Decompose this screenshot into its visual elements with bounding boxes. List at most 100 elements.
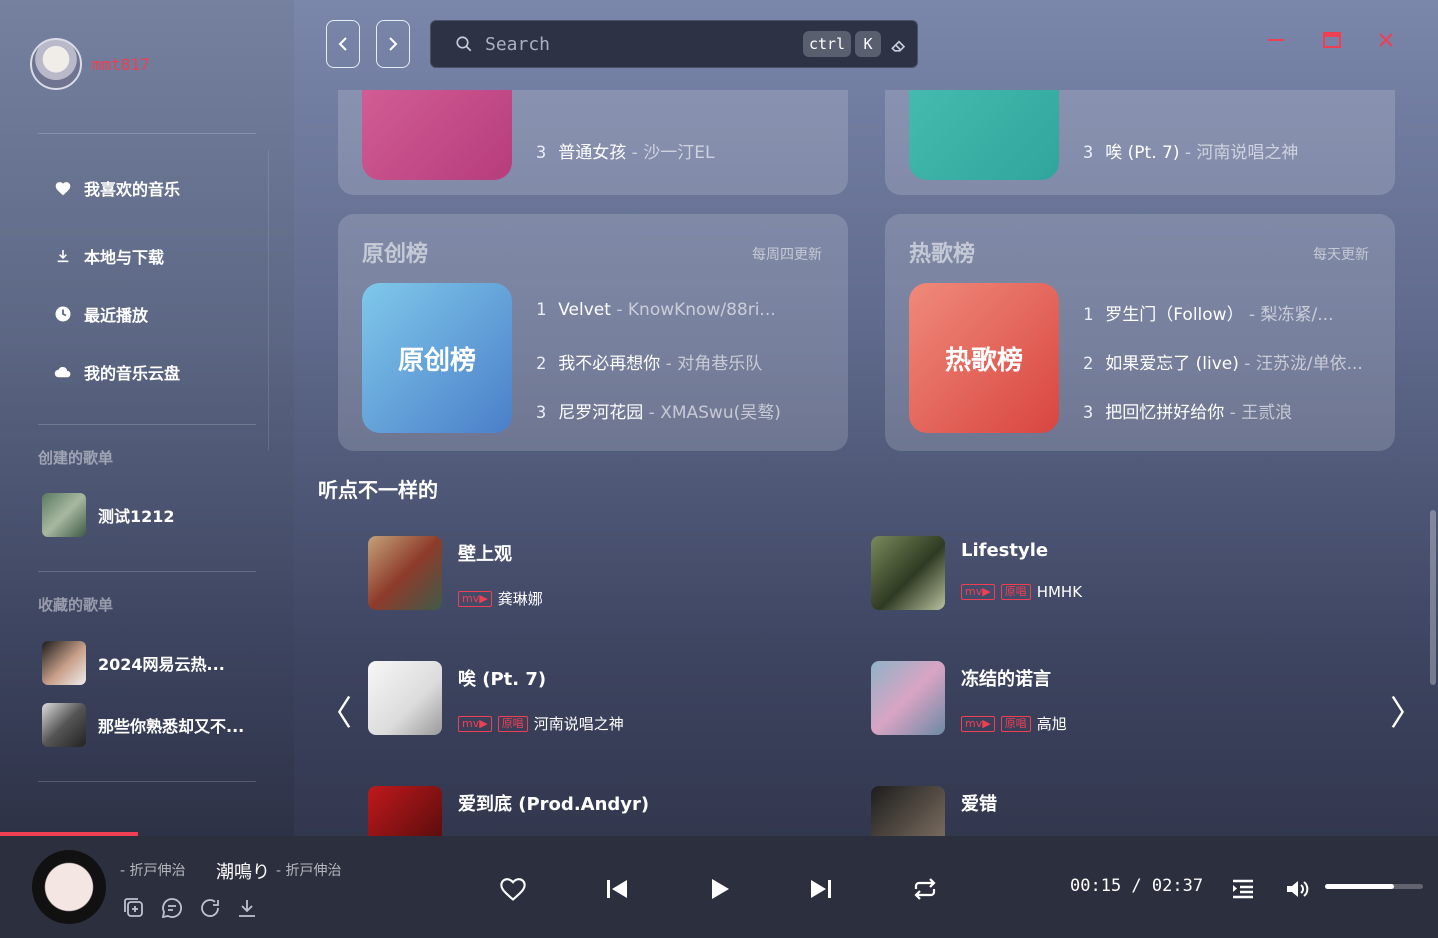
- song-cover: [368, 661, 442, 735]
- chart-song-row[interactable]: 2 如果爱忘了 (live) - 汪苏泷/单依...: [1083, 349, 1373, 374]
- volume-icon: [1287, 881, 1309, 897]
- song-cover: [368, 536, 442, 610]
- search-placeholder: Search: [485, 33, 551, 55]
- chart-song-row[interactable]: 3唉 (Pt. 7) - 河南说唱之神: [1083, 138, 1373, 163]
- chart-cover[interactable]: [909, 90, 1059, 180]
- song-artist: 沙一汀EL: [643, 143, 715, 163]
- add-to-playlist-icon[interactable]: [122, 896, 146, 920]
- forward-button[interactable]: [376, 20, 410, 68]
- song-item[interactable]: 唉 (Pt. 7) mv▶ 原唱 河南说唱之神: [368, 661, 624, 735]
- search-bar[interactable]: Search ctrl K: [430, 20, 918, 68]
- close-button[interactable]: [1376, 30, 1396, 50]
- song-cover: [871, 661, 945, 735]
- user-profile[interactable]: mmt817: [30, 38, 150, 90]
- album-disc[interactable]: [32, 850, 106, 924]
- mv-badge[interactable]: mv▶: [961, 584, 995, 600]
- song-artist[interactable]: HMHK: [1037, 583, 1082, 601]
- song-artist[interactable]: 河南说唱之神: [534, 713, 624, 734]
- song-title: 唉 (Pt. 7): [458, 669, 547, 690]
- nav-recent[interactable]: 最近播放: [54, 302, 148, 326]
- carousel-prev-button[interactable]: 〈: [318, 686, 352, 735]
- chevron-left-icon: [338, 37, 347, 51]
- song-title: 爱到底 (Prod.Andyr): [458, 794, 650, 815]
- card-update-text: 每周四更新: [752, 247, 822, 263]
- song-rank: 1: [1083, 305, 1094, 325]
- original-chart-card[interactable]: 原创榜 每周四更新 原创榜 1 Velvet - KnowKnow/88ri...…: [338, 214, 848, 451]
- chart-song-row[interactable]: 3 普通女孩 - 沙一汀EL: [536, 138, 826, 163]
- clock-icon: [54, 305, 72, 323]
- song-rank: 1: [536, 300, 547, 320]
- playlist-button[interactable]: [1228, 874, 1258, 904]
- player-song-title[interactable]: 潮鳴り: [216, 858, 270, 884]
- song-item[interactable]: Lifestyle mv▶ 原唱 HMHK: [871, 536, 1082, 610]
- volume-button[interactable]: [1283, 874, 1313, 904]
- chart-cover[interactable]: 原创榜: [362, 283, 512, 433]
- sidebar-divider: [38, 424, 256, 425]
- song-cover: [871, 786, 945, 836]
- chart-song-row[interactable]: 1 罗生门（Follow） - 梨冻紧/...: [1083, 300, 1373, 325]
- song-rank: 3: [536, 143, 547, 163]
- song-title: 普通女孩: [558, 143, 627, 163]
- download-icon[interactable]: [235, 896, 259, 920]
- eraser-icon[interactable]: [889, 35, 909, 55]
- repeat-button[interactable]: [910, 874, 940, 904]
- player-bar: - 折戸伸治 潮鳴り - 折戸伸治 00:15 / 02:37: [0, 836, 1438, 938]
- chart-cover[interactable]: [362, 90, 512, 180]
- song-item[interactable]: 冻结的诺言 mv▶ 原唱 高旭: [871, 661, 1067, 735]
- song-artist: 梨冻紧/...: [1260, 305, 1334, 325]
- chart-cover[interactable]: 热歌榜: [909, 283, 1059, 433]
- player-prefix-artist: - 折戸伸治: [120, 863, 186, 879]
- nav-local-download[interactable]: 本地与下载: [54, 244, 164, 268]
- avatar[interactable]: [30, 38, 82, 90]
- nav-liked-music[interactable]: 我喜欢的音乐: [54, 176, 180, 200]
- playlist-item[interactable]: 那些你熟悉却又不...: [42, 703, 244, 747]
- chart-song-row[interactable]: 1 Velvet - KnowKnow/88ri...: [536, 300, 826, 320]
- sidebar-divider: [38, 571, 256, 572]
- cloud-icon: [54, 363, 72, 381]
- song-artist: XMASwu(吴骜): [660, 403, 781, 423]
- maximize-button[interactable]: [1322, 30, 1342, 50]
- play-icon: [712, 879, 729, 899]
- back-button[interactable]: [326, 20, 360, 68]
- song-rank: 3: [1083, 403, 1094, 423]
- song-title: 尼罗河花园: [558, 403, 644, 423]
- song-rank: 2: [536, 354, 547, 374]
- username: mmt817: [92, 54, 150, 74]
- original-badge: 原唱: [497, 715, 528, 732]
- playlist-item[interactable]: 测试1212: [42, 493, 175, 537]
- next-button[interactable]: [806, 874, 836, 904]
- hot-chart-card[interactable]: 热歌榜 每天更新 热歌榜 1 罗生门（Follow） - 梨冻紧/... 2 如果爱…: [885, 214, 1395, 451]
- song-title: 唉 (Pt. 7): [1105, 143, 1180, 163]
- chart-card[interactable]: 3唉 (Pt. 7) - 河南说唱之神: [885, 90, 1395, 195]
- previous-button[interactable]: [602, 874, 632, 904]
- carousel-next-button[interactable]: 〉: [1390, 686, 1424, 735]
- like-button[interactable]: [498, 874, 528, 904]
- player-artist[interactable]: - 折戸伸治: [276, 860, 342, 880]
- play-button[interactable]: [705, 874, 735, 904]
- sidebar-divider: [38, 133, 256, 134]
- song-artist[interactable]: 高旭: [1037, 713, 1067, 734]
- chart-song-row[interactable]: 3 尼罗河花园 - XMASwu(吴骜): [536, 398, 826, 423]
- shortcut-key-k: K: [855, 31, 881, 57]
- volume-slider[interactable]: [1325, 884, 1423, 889]
- nav-label: 最近播放: [84, 306, 149, 325]
- chart-song-row[interactable]: 2 我不必再想你 - 对角巷乐队: [536, 349, 826, 374]
- mv-badge[interactable]: mv▶: [458, 715, 492, 732]
- song-item[interactable]: 壁上观 mv▶ 龚琳娜: [368, 536, 543, 610]
- scrollbar[interactable]: [1430, 510, 1436, 685]
- song-artist: 汪苏泷/单依...: [1255, 354, 1363, 374]
- song-title: 壁上观: [458, 544, 512, 565]
- song-artist[interactable]: 龚琳娜: [498, 588, 543, 609]
- share-icon[interactable]: [198, 896, 222, 920]
- mv-badge[interactable]: mv▶: [458, 590, 492, 607]
- comment-icon[interactable]: [160, 896, 184, 920]
- chart-song-row[interactable]: 3 把回忆拼好给你 - 王贰浪: [1083, 398, 1373, 423]
- mv-badge[interactable]: mv▶: [961, 715, 995, 732]
- chart-card[interactable]: 3 普通女孩 - 沙一汀EL: [338, 90, 848, 195]
- nav-cloud[interactable]: 我的音乐云盘: [54, 360, 180, 384]
- song-item[interactable]: 爱错: [871, 786, 997, 836]
- playlist-item[interactable]: 2024网易云热...: [42, 641, 225, 685]
- song-title: Lifestyle: [961, 540, 1049, 561]
- song-item[interactable]: 爱到底 (Prod.Andyr): [368, 786, 649, 836]
- minimize-button[interactable]: [1266, 30, 1286, 50]
